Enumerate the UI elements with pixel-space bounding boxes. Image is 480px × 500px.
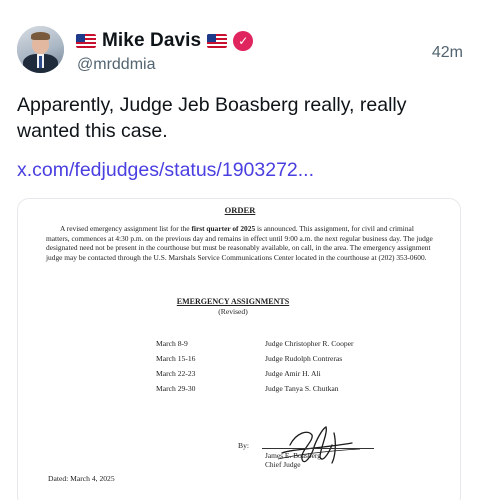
signer-title: Chief Judge xyxy=(265,460,301,469)
us-flag-icon xyxy=(207,34,228,48)
signer-name: James E. Boasberg xyxy=(265,451,321,460)
assignment-date: March 15-16 xyxy=(156,354,196,363)
document-paragraph: A revised emergency assignment list for … xyxy=(46,224,433,262)
assignment-judge: Judge Rudolph Contreras xyxy=(265,354,343,363)
signature-line xyxy=(262,448,374,449)
avatar[interactable] xyxy=(17,26,64,73)
post: Mike Davis ✓ @mrddmia 42m Apparently, Ju… xyxy=(0,0,480,500)
author-name-row[interactable]: Mike Davis ✓ xyxy=(76,28,254,54)
assignment-date: March 29-30 xyxy=(156,384,196,393)
attached-image[interactable]: ORDER A revised emergency assignment lis… xyxy=(17,198,461,500)
assignment-judge: Judge Christopher R. Cooper xyxy=(265,339,354,348)
court-order-document: ORDER A revised emergency assignment lis… xyxy=(18,199,460,500)
assignment-date: March 8-9 xyxy=(156,339,188,348)
assignment-judge: Judge Amir H. Ali xyxy=(265,369,321,378)
section-subtitle: (Revised) xyxy=(218,307,248,316)
dated-line: Dated: March 4, 2025 xyxy=(48,474,115,483)
us-flag-icon xyxy=(76,34,96,48)
assignment-date: March 22-23 xyxy=(156,369,196,378)
timestamp[interactable]: 42m xyxy=(432,44,463,62)
verified-badge-icon: ✓ xyxy=(233,31,254,51)
display-name[interactable]: Mike Davis xyxy=(102,30,201,52)
by-label: By: xyxy=(238,441,249,450)
post-text: Apparently, Judge Jeb Boasberg really, r… xyxy=(17,94,407,142)
document-title: ORDER xyxy=(224,205,256,215)
post-link[interactable]: x.com/fedjudges/status/1903272... xyxy=(17,157,314,183)
section-title: EMERGENCY ASSIGNMENTS xyxy=(176,297,290,306)
assignment-judge: Judge Tanya S. Chutkan xyxy=(265,384,339,393)
handle[interactable]: @mrddmia xyxy=(77,56,155,74)
